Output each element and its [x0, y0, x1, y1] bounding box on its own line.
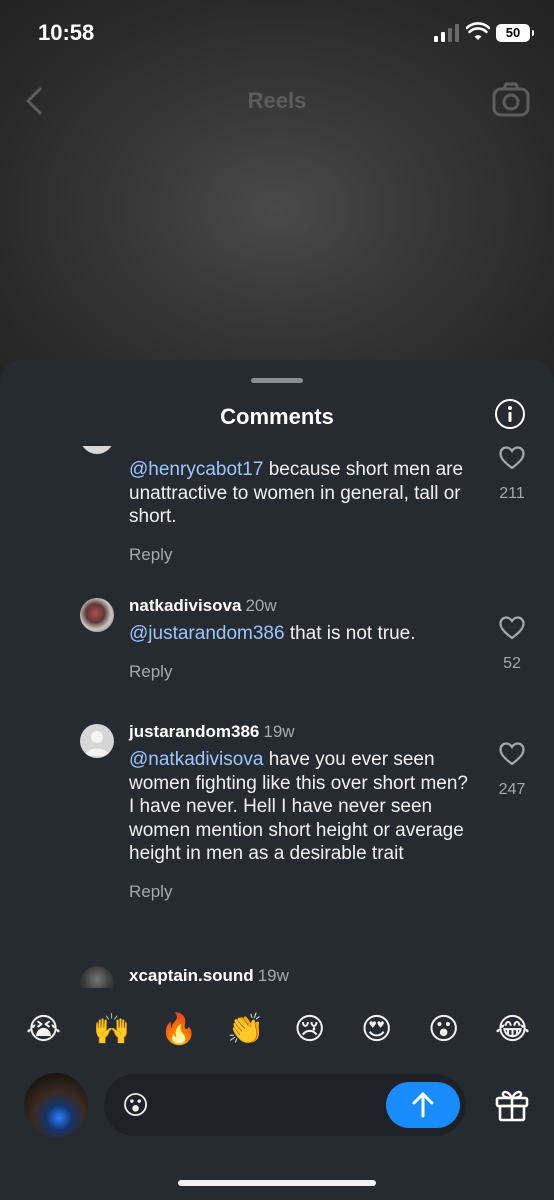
emoji-reaction-bar: 😭 🙌 🔥 👏 😢 😍 😮 😂: [0, 1008, 554, 1052]
reply-button[interactable]: Reply: [129, 662, 474, 682]
info-button[interactable]: [495, 399, 525, 429]
comment-text: @henrycabot17 because short men are unat…: [129, 459, 464, 527]
arrow-up-icon: [412, 1092, 434, 1118]
emoji-button[interactable]: 🔥: [160, 1008, 197, 1052]
comment-text: @natkadivisova have you ever seen women …: [129, 749, 468, 864]
emoji-button[interactable]: 🙌: [93, 1008, 130, 1052]
comments-list[interactable]: @henrycabot17 because short men are unat…: [0, 446, 554, 988]
like-count: 52: [503, 655, 521, 672]
status-time: 10:58: [38, 20, 95, 45]
comment-input[interactable]: 😮: [104, 1074, 466, 1136]
heart-icon: [499, 616, 525, 640]
sheet-grabber[interactable]: [251, 378, 303, 383]
like-count: 247: [498, 781, 526, 798]
home-indicator[interactable]: [178, 1180, 376, 1186]
avatar[interactable]: [80, 966, 114, 988]
sheet-title: Comments: [220, 404, 334, 429]
emoji-button[interactable]: 😂: [495, 1008, 530, 1052]
like-button[interactable]: 52: [497, 616, 527, 673]
emoji-button[interactable]: 😢: [294, 1008, 325, 1052]
battery-indicator: 50: [496, 24, 534, 42]
comment-username[interactable]: xcaptain.sound 19w: [129, 966, 474, 986]
page-title: Reels: [247, 88, 307, 113]
heart-icon: [499, 742, 525, 766]
comment-age: 19w: [257, 966, 289, 985]
like-count: 211: [499, 485, 525, 502]
reels-header: Reels: [0, 76, 554, 126]
like-button[interactable]: 247: [497, 742, 527, 799]
heart-icon: [499, 446, 525, 470]
comment-text: @justarandom386 that is not true.: [129, 623, 416, 644]
like-button[interactable]: 211: [497, 446, 527, 503]
input-emoji: 😮: [122, 1090, 150, 1120]
emoji-button[interactable]: 😍: [361, 1008, 392, 1052]
mention-link[interactable]: @justarandom386: [129, 623, 285, 644]
comment-username[interactable]: natkadivisova 20w: [129, 596, 474, 616]
avatar[interactable]: [80, 598, 114, 632]
comment-age: 19w: [263, 722, 295, 741]
reply-button[interactable]: Reply: [129, 882, 474, 902]
gift-icon[interactable]: [494, 1088, 530, 1122]
status-bar: 10:58 50: [0, 0, 554, 66]
emoji-button[interactable]: 😮: [428, 1008, 459, 1052]
send-button[interactable]: [386, 1082, 460, 1128]
comment-composer: 😮: [0, 1070, 554, 1142]
cellular-signal-icon: [434, 24, 459, 42]
avatar[interactable]: [80, 724, 114, 758]
mention-link[interactable]: @henrycabot17: [129, 459, 263, 480]
mention-link[interactable]: @natkadivisova: [129, 749, 263, 770]
reply-button[interactable]: Reply: [129, 545, 474, 565]
emoji-button[interactable]: 😭: [26, 1008, 61, 1052]
info-icon: [508, 406, 512, 422]
camera-icon[interactable]: [492, 82, 530, 118]
comment-username[interactable]: justarandom386 19w: [129, 722, 474, 742]
current-user-avatar[interactable]: [24, 1073, 88, 1137]
wifi-icon: [466, 22, 490, 40]
default-user-icon: [85, 731, 109, 756]
comment-age: 20w: [245, 596, 277, 615]
emoji-button[interactable]: 👏: [227, 1008, 264, 1052]
avatar[interactable]: [80, 446, 114, 454]
